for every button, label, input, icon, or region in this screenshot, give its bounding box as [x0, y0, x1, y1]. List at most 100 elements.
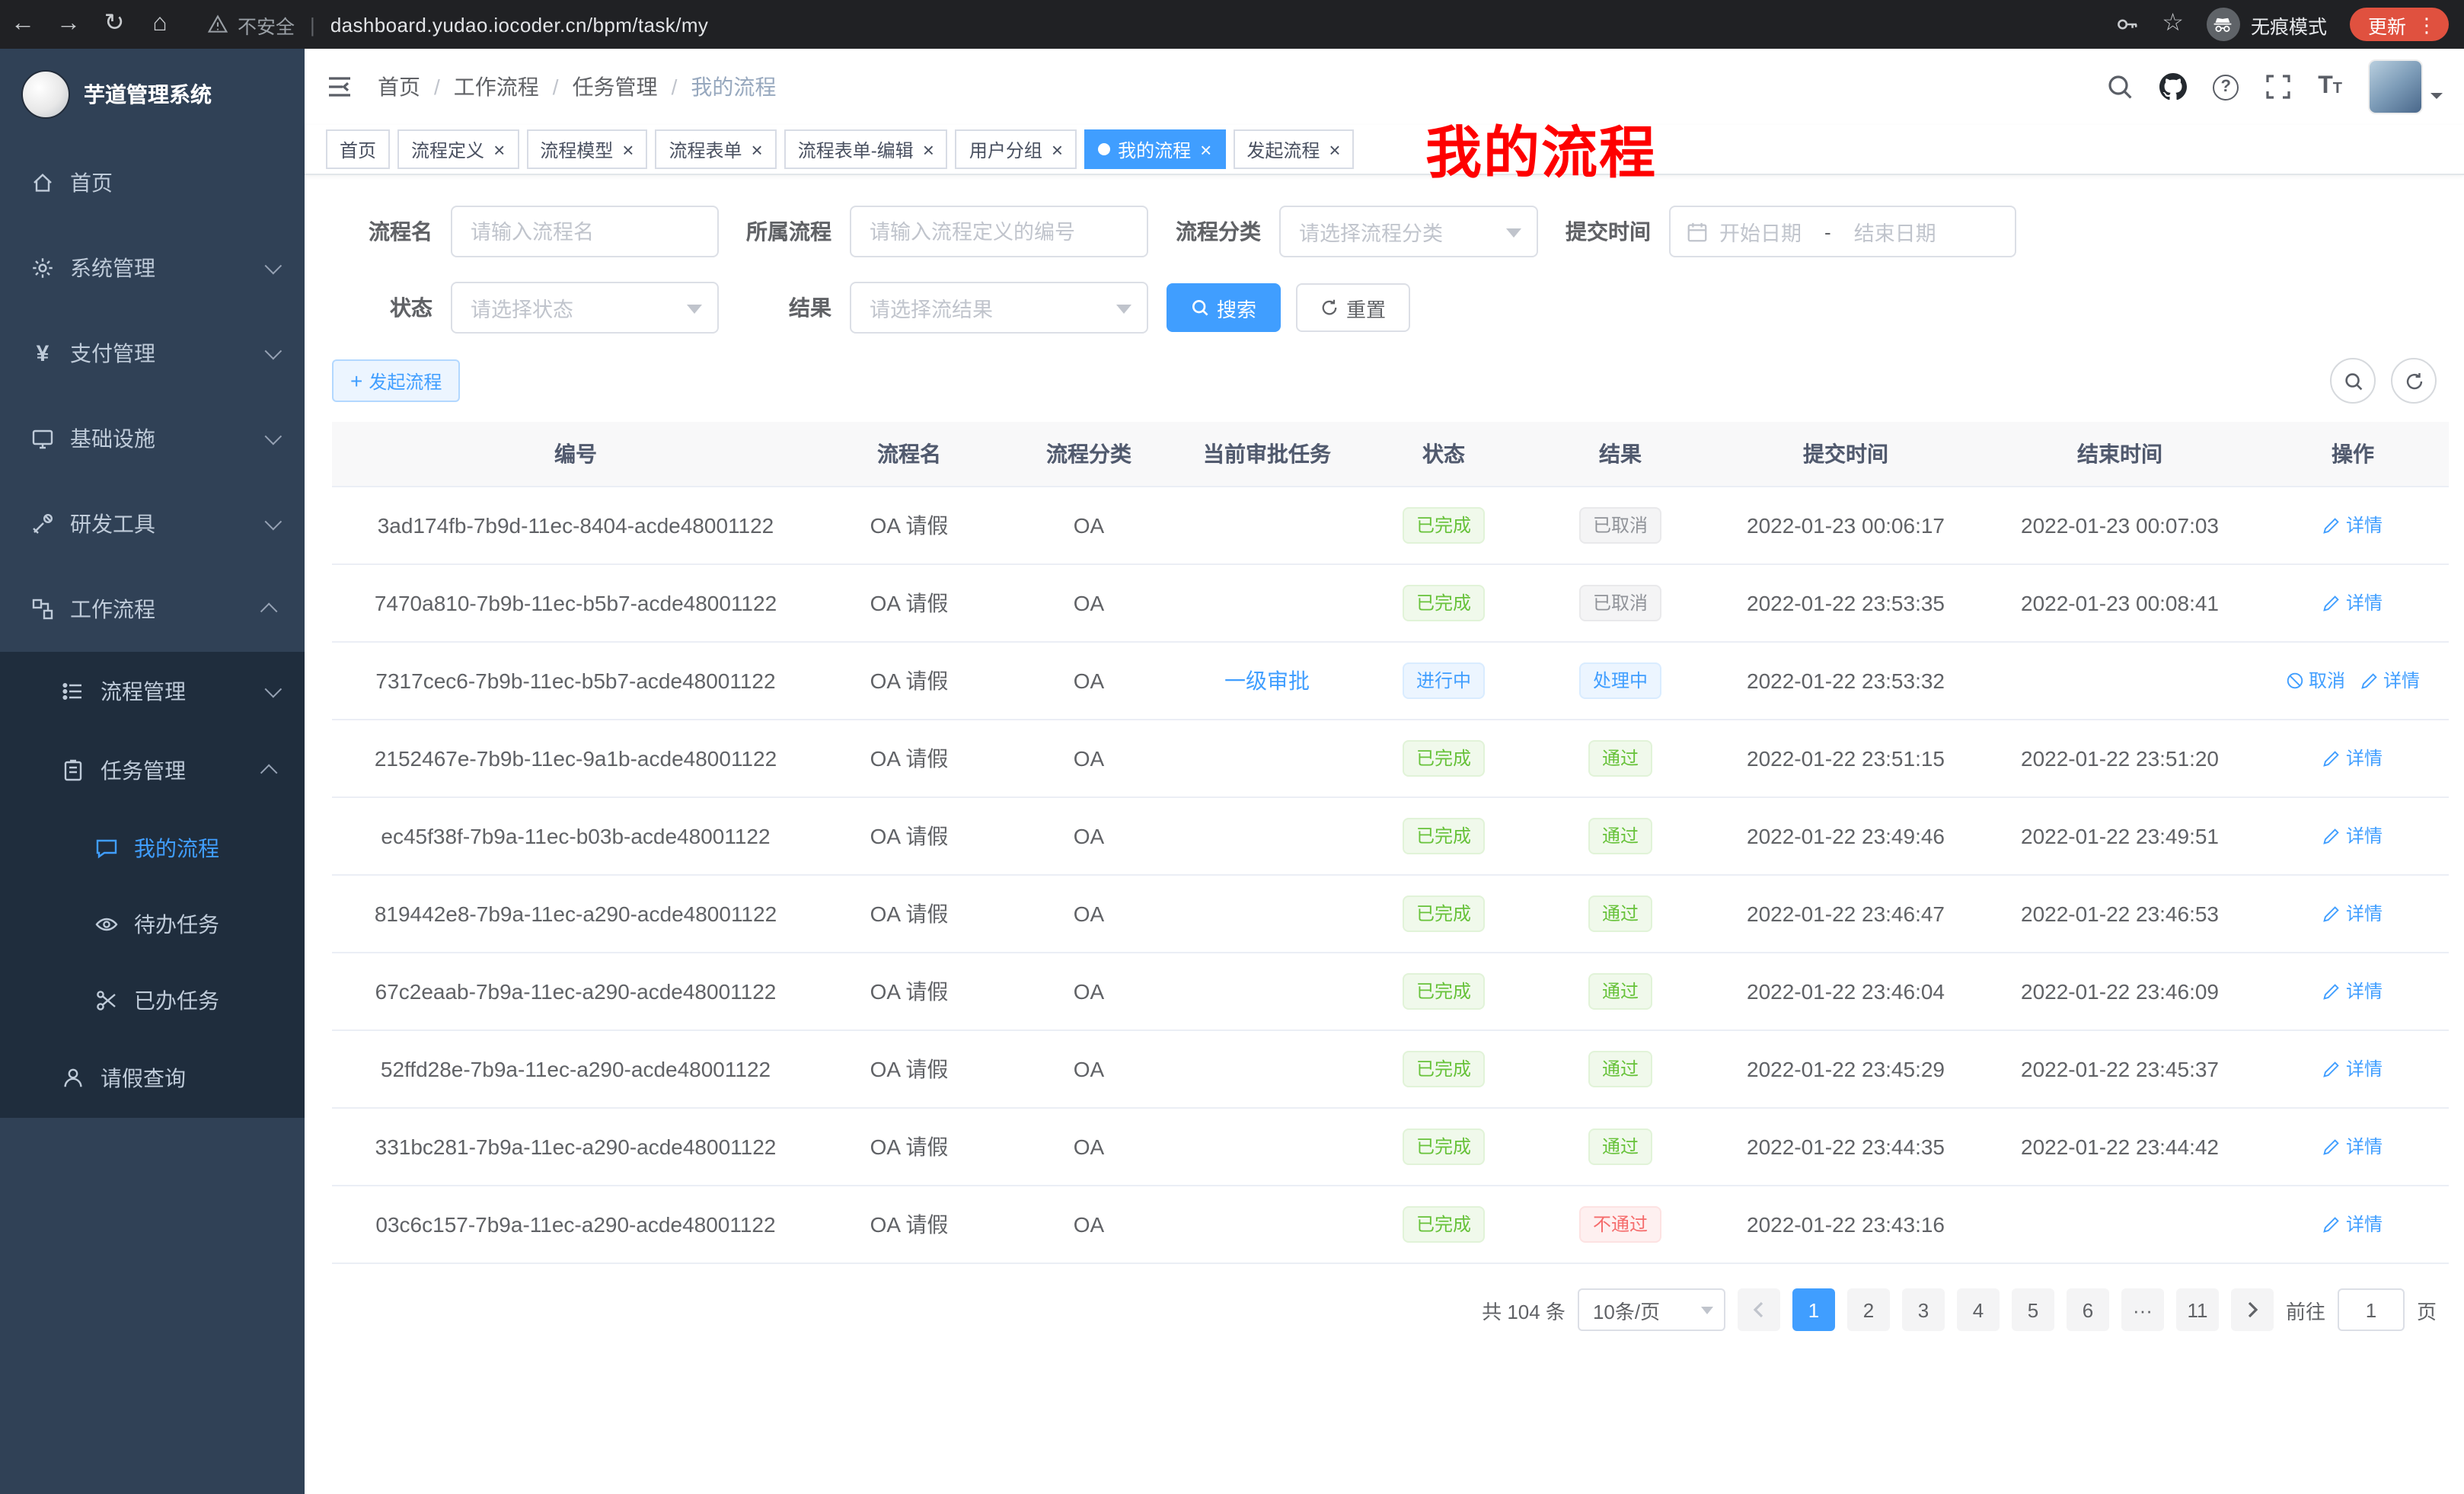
- process-name-input[interactable]: [451, 206, 719, 257]
- sidebar-item-todo-tasks[interactable]: 待办任务: [0, 886, 305, 962]
- sidebar-item-task-mgmt[interactable]: 任务管理: [0, 731, 305, 810]
- sidebar-item-my-process[interactable]: 我的流程: [0, 810, 305, 886]
- fullscreen-icon[interactable]: [2265, 73, 2292, 101]
- tab-close-icon[interactable]: ×: [752, 139, 763, 159]
- tab-close-icon[interactable]: ×: [1200, 139, 1211, 159]
- detail-action-link[interactable]: 详情: [2323, 512, 2383, 538]
- reset-button[interactable]: 重置: [1296, 283, 1410, 332]
- warning-icon: [207, 14, 228, 35]
- column-header: 当前审批任务: [1179, 422, 1355, 487]
- update-button[interactable]: 更新 ⋮: [2350, 8, 2449, 41]
- key-icon[interactable]: [2115, 12, 2139, 37]
- tab-发起流程[interactable]: 发起流程×: [1233, 129, 1354, 169]
- tab-close-icon[interactable]: ×: [1329, 139, 1340, 159]
- detail-action-link[interactable]: 详情: [2360, 668, 2420, 694]
- detail-action-link[interactable]: 详情: [2323, 1056, 2383, 1082]
- result-label: 结果: [740, 292, 831, 323]
- tab-用户分组[interactable]: 用户分组×: [956, 129, 1077, 169]
- table-row: 7470a810-7b9b-11ec-b5b7-acde48001122OA 请…: [332, 564, 2449, 642]
- page-button-4[interactable]: 4: [1957, 1288, 2000, 1331]
- start-date-placeholder[interactable]: 开始日期: [1719, 216, 1802, 247]
- refresh-table-button[interactable]: [2391, 358, 2437, 404]
- sidebar-item-payment[interactable]: ¥ 支付管理: [0, 311, 305, 396]
- app-logo: 芋道管理系统: [0, 49, 305, 140]
- tab-流程表单-编辑[interactable]: 流程表单-编辑×: [784, 129, 948, 169]
- page-size-select[interactable]: 10条/页: [1578, 1288, 1725, 1331]
- status-label: 状态: [332, 292, 432, 323]
- sidebar-item-done-tasks[interactable]: 已办任务: [0, 962, 305, 1039]
- user-menu[interactable]: [2368, 59, 2443, 114]
- prev-page-button[interactable]: [1738, 1288, 1780, 1331]
- breadcrumb-item[interactable]: 首页: [378, 72, 420, 102]
- tab-流程定义[interactable]: 流程定义×: [397, 129, 519, 169]
- column-header: 结束时间: [1983, 422, 2257, 487]
- tab-我的流程[interactable]: 我的流程×: [1084, 129, 1225, 169]
- cancel-action-link[interactable]: 取消: [2286, 668, 2345, 694]
- plus-icon: +: [350, 370, 362, 391]
- help-icon[interactable]: ?: [2213, 74, 2239, 100]
- sidebar-item-home[interactable]: 首页: [0, 140, 305, 225]
- detail-action-link[interactable]: 详情: [2323, 901, 2383, 927]
- breadcrumb-item[interactable]: 工作流程: [454, 72, 539, 102]
- forward-button[interactable]: →: [46, 0, 91, 49]
- page-button-5[interactable]: 5: [2012, 1288, 2054, 1331]
- current-task-link[interactable]: 一级审批: [1224, 669, 1310, 693]
- tab-close-icon[interactable]: ×: [622, 139, 634, 159]
- sidebar-item-infra[interactable]: 基础设施: [0, 396, 305, 481]
- search-button[interactable]: 搜索: [1167, 283, 1281, 332]
- category-select[interactable]: 请选择流程分类: [1279, 206, 1538, 257]
- reload-button[interactable]: ↻: [91, 0, 137, 49]
- page-button-1[interactable]: 1: [1792, 1288, 1835, 1331]
- tab-label: 流程模型: [540, 136, 613, 162]
- cell-current-task: [1179, 953, 1355, 1030]
- detail-action-link[interactable]: 详情: [2323, 745, 2383, 771]
- column-header: 提交时间: [1709, 422, 1983, 487]
- sidebar-item-system[interactable]: 系统管理: [0, 225, 305, 311]
- detail-action-link[interactable]: 详情: [2323, 590, 2383, 616]
- address-url[interactable]: dashboard.yudao.iocoder.cn/bpm/task/my: [330, 13, 709, 36]
- tab-流程模型[interactable]: 流程模型 ×: [526, 129, 647, 169]
- pages-ellipsis[interactable]: ···: [2121, 1288, 2164, 1331]
- owner-process-input[interactable]: [850, 206, 1148, 257]
- detail-action-link[interactable]: 详情: [2323, 978, 2383, 1004]
- result-select[interactable]: 请选择流结果: [850, 282, 1148, 334]
- page-button-2[interactable]: 2: [1847, 1288, 1890, 1331]
- home-button[interactable]: ⌂: [137, 0, 183, 49]
- site-security-indicator[interactable]: 不安全: [207, 10, 295, 39]
- tab-close-icon[interactable]: ×: [923, 139, 934, 159]
- goto-page-input[interactable]: [2338, 1288, 2405, 1331]
- status-select[interactable]: 请选择状态: [451, 282, 719, 334]
- next-page-button[interactable]: [2231, 1288, 2274, 1331]
- back-button[interactable]: ←: [0, 0, 46, 49]
- hamburger-icon[interactable]: [326, 75, 353, 99]
- result-tag: 通过: [1588, 973, 1652, 1010]
- sidebar-item-leave-query[interactable]: 请假查询: [0, 1039, 305, 1118]
- tab-流程表单[interactable]: 流程表单×: [655, 129, 776, 169]
- detail-action-link[interactable]: 详情: [2323, 823, 2383, 849]
- detail-action-link[interactable]: 详情: [2323, 1134, 2383, 1160]
- sidebar-item-devtools[interactable]: 研发工具: [0, 481, 305, 567]
- page-button-11[interactable]: 11: [2176, 1288, 2219, 1331]
- sidebar-item-workflow[interactable]: 工作流程: [0, 567, 305, 652]
- refresh-icon: [2404, 371, 2424, 391]
- page-button-3[interactable]: 3: [1902, 1288, 1945, 1331]
- start-process-button[interactable]: + 发起流程: [332, 359, 460, 402]
- tools-icon: [30, 512, 55, 536]
- page-button-6[interactable]: 6: [2067, 1288, 2109, 1331]
- end-date-placeholder[interactable]: 结束日期: [1854, 216, 1936, 247]
- detail-action-link[interactable]: 详情: [2323, 1211, 2383, 1237]
- font-size-icon[interactable]: TT: [2318, 75, 2342, 99]
- tab-close-icon[interactable]: ×: [1052, 139, 1063, 159]
- star-icon[interactable]: ☆: [2162, 0, 2184, 49]
- tab-close-icon[interactable]: ×: [493, 139, 505, 159]
- toggle-search-button[interactable]: [2330, 358, 2376, 404]
- github-icon[interactable]: [2159, 73, 2187, 101]
- breadcrumb-item[interactable]: 任务管理: [573, 72, 658, 102]
- user-avatar[interactable]: [2368, 59, 2423, 114]
- cell-actions: 取消详情: [2257, 642, 2449, 720]
- tab-首页[interactable]: 首页: [326, 129, 390, 169]
- browser-menu-dots-icon[interactable]: ⋮: [2417, 14, 2437, 34]
- sidebar-item-process-mgmt[interactable]: 流程管理: [0, 652, 305, 731]
- submit-time-range-picker[interactable]: 开始日期 - 结束日期: [1669, 206, 2016, 257]
- search-icon[interactable]: [2106, 73, 2134, 101]
